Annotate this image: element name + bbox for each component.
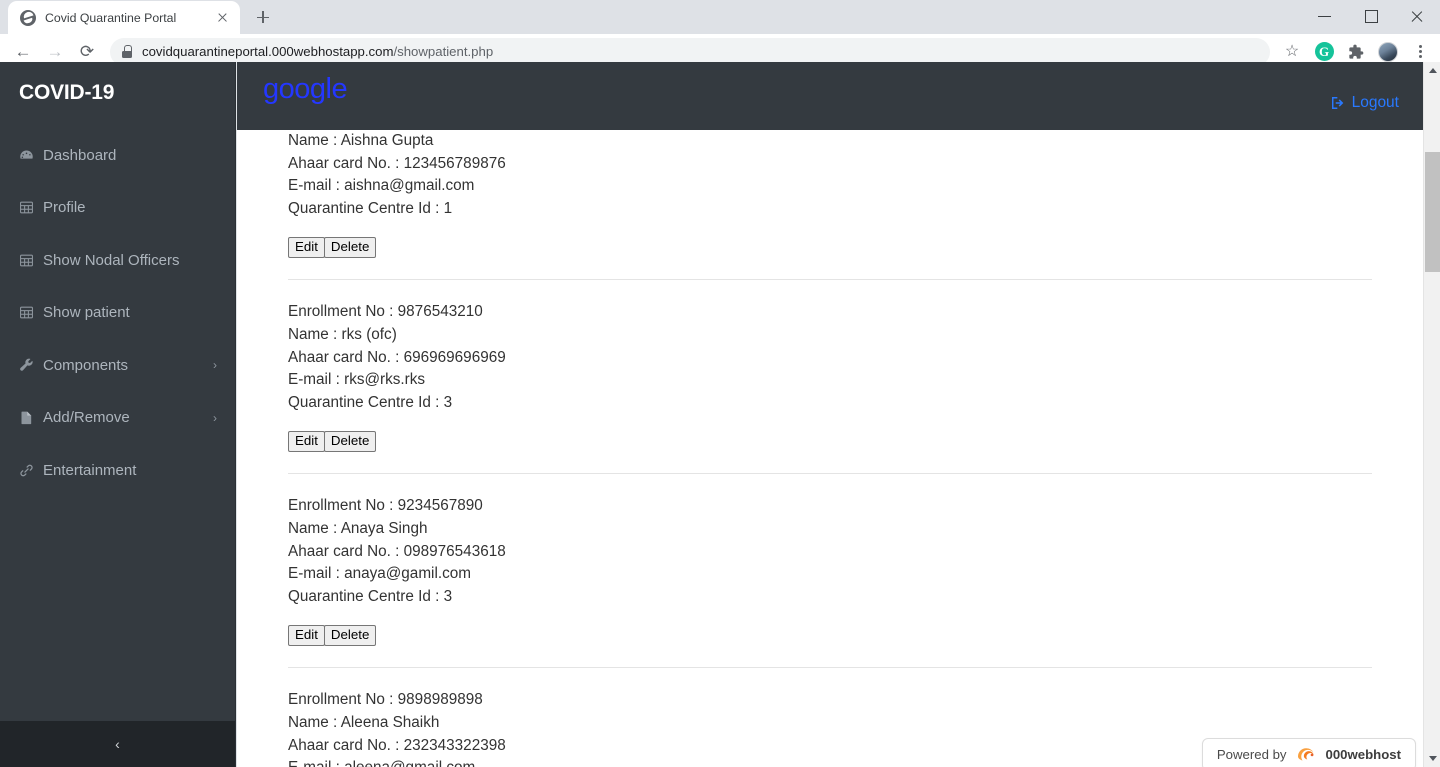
edit-button[interactable]: Edit bbox=[288, 625, 325, 647]
000webhost-logo-icon bbox=[1297, 748, 1314, 761]
patient-records-list: Name : Aishna Gupta Ahaar card No. : 123… bbox=[237, 130, 1423, 767]
sidebar-item-components[interactable]: Components › bbox=[0, 339, 235, 392]
patient-centre: Quarantine Centre Id : 3 bbox=[288, 587, 453, 605]
sidebar-item-show-patient[interactable]: Show patient bbox=[0, 287, 235, 340]
patient-centre: Quarantine Centre Id : 3 bbox=[288, 393, 453, 411]
powered-by-000webhost-badge[interactable]: Powered by 000webhost bbox=[1201, 738, 1416, 767]
edit-button[interactable]: Edit bbox=[288, 237, 325, 259]
sidebar-item-profile[interactable]: Profile bbox=[0, 182, 235, 235]
wrench-icon bbox=[19, 358, 43, 373]
patient-record: Name : Aishna Gupta Ahaar card No. : 123… bbox=[237, 130, 1423, 259]
sidebar-item-label: Components bbox=[43, 356, 129, 374]
sidebar-item-label: Show patient bbox=[43, 304, 130, 322]
scroll-up-arrow-icon[interactable] bbox=[1424, 62, 1440, 79]
logout-button[interactable]: Logout bbox=[1330, 94, 1399, 112]
edit-button[interactable]: Edit bbox=[288, 431, 325, 453]
close-icon[interactable] bbox=[214, 9, 231, 26]
sidebar-item-entertainment[interactable]: Entertainment bbox=[0, 444, 235, 497]
page-scrollbar[interactable] bbox=[1423, 62, 1440, 767]
table-icon bbox=[19, 200, 43, 215]
sidebar-item-label: Show Nodal Officers bbox=[43, 251, 180, 269]
chevron-right-icon: › bbox=[213, 410, 217, 425]
window-close-button[interactable] bbox=[1394, 0, 1440, 32]
url-text: covidquarantineportal.000webhostapp.com/… bbox=[142, 44, 493, 59]
patient-email: E-mail : aishna@gmail.com bbox=[288, 177, 475, 195]
window-controls bbox=[1302, 0, 1440, 32]
patient-ahaar: Ahaar card No. : 123456789876 bbox=[288, 154, 506, 172]
sidebar: COVID-19 Dashboard Profile Show Nodal Of… bbox=[0, 62, 236, 767]
tab-title: Covid Quarantine Portal bbox=[45, 10, 177, 25]
table-icon bbox=[19, 305, 43, 320]
sign-out-icon bbox=[1331, 97, 1343, 109]
sidebar-brand: COVID-19 bbox=[19, 81, 115, 104]
lock-icon bbox=[122, 45, 132, 58]
main-content: google Logout Name : Aishna Gupta Ahaar … bbox=[236, 62, 1425, 767]
patient-enrollment: Enrollment No : 9234567890 bbox=[288, 497, 483, 515]
patient-centre: Quarantine Centre Id : 1 bbox=[288, 199, 453, 217]
patient-record: Enrollment No : 9234567890 Name : Anaya … bbox=[237, 495, 1423, 647]
url-domain: covidquarantineportal.000webhostapp.com bbox=[142, 44, 394, 59]
sidebar-item-label: Profile bbox=[43, 199, 86, 217]
record-actions: Edit Delete bbox=[288, 237, 1372, 259]
patient-enrollment: Enrollment No : 9876543210 bbox=[288, 303, 483, 321]
sidebar-item-show-nodal-officers[interactable]: Show Nodal Officers bbox=[0, 234, 235, 287]
patient-name: Name : Aleena Shaikh bbox=[288, 713, 440, 731]
patient-name: Name : Aishna Gupta bbox=[288, 132, 434, 149]
minimize-button[interactable] bbox=[1302, 0, 1348, 32]
delete-button[interactable]: Delete bbox=[323, 625, 377, 647]
delete-button[interactable]: Delete bbox=[323, 237, 377, 259]
sidebar-item-label: Add/Remove bbox=[43, 409, 130, 427]
patient-ahaar: Ahaar card No. : 696969696969 bbox=[288, 348, 506, 366]
link-icon bbox=[19, 463, 43, 478]
patient-name: Name : Anaya Singh bbox=[288, 519, 428, 537]
delete-button[interactable]: Delete bbox=[323, 431, 377, 453]
patient-ahaar: Ahaar card No. : 098976543618 bbox=[288, 542, 506, 560]
browser-window: Covid Quarantine Portal ← → ⟳ covidquara… bbox=[0, 0, 1440, 767]
patient-record: Enrollment No : 9876543210 Name : rks (o… bbox=[237, 301, 1423, 453]
000webhost-label: 000webhost bbox=[1325, 747, 1402, 762]
patient-enrollment: Enrollment No : 9898989898 bbox=[288, 691, 483, 709]
powered-by-label: Powered by bbox=[1216, 747, 1287, 762]
record-actions: Edit Delete bbox=[288, 431, 1372, 453]
top-navbar: google Logout bbox=[237, 62, 1423, 130]
file-icon bbox=[19, 410, 43, 425]
sidebar-nav: Dashboard Profile Show Nodal Officers Sh… bbox=[0, 129, 235, 497]
sidebar-item-add-remove[interactable]: Add/Remove › bbox=[0, 392, 235, 445]
scroll-down-arrow-icon[interactable] bbox=[1424, 750, 1440, 767]
chevron-right-icon: › bbox=[213, 358, 217, 373]
logout-label: Logout bbox=[1351, 94, 1399, 111]
scrollbar-thumb[interactable] bbox=[1425, 152, 1440, 272]
patient-name: Name : rks (ofc) bbox=[288, 325, 397, 343]
patient-email: E-mail : rks@rks.rks bbox=[288, 371, 426, 389]
tab-strip: Covid Quarantine Portal bbox=[0, 0, 1440, 34]
table-icon bbox=[19, 253, 43, 268]
sidebar-item-dashboard[interactable]: Dashboard bbox=[0, 129, 235, 182]
page-viewport: COVID-19 Dashboard Profile Show Nodal Of… bbox=[0, 62, 1440, 767]
record-actions: Edit Delete bbox=[288, 625, 1372, 647]
maximize-button[interactable] bbox=[1348, 0, 1394, 32]
sidebar-item-label: Dashboard bbox=[43, 146, 117, 164]
url-path: /showpatient.php bbox=[393, 44, 494, 59]
dashboard-icon bbox=[19, 148, 43, 163]
globe-icon bbox=[20, 9, 36, 26]
new-tab-button[interactable] bbox=[249, 3, 277, 31]
browser-tab[interactable]: Covid Quarantine Portal bbox=[8, 1, 240, 34]
navbar-brand-link[interactable]: google bbox=[237, 74, 348, 104]
sidebar-collapse-button[interactable]: ‹ bbox=[0, 721, 235, 767]
sidebar-item-label: Entertainment bbox=[43, 461, 137, 479]
chevron-left-icon: ‹ bbox=[115, 736, 120, 752]
patient-email: E-mail : anaya@gamil.com bbox=[288, 565, 472, 583]
